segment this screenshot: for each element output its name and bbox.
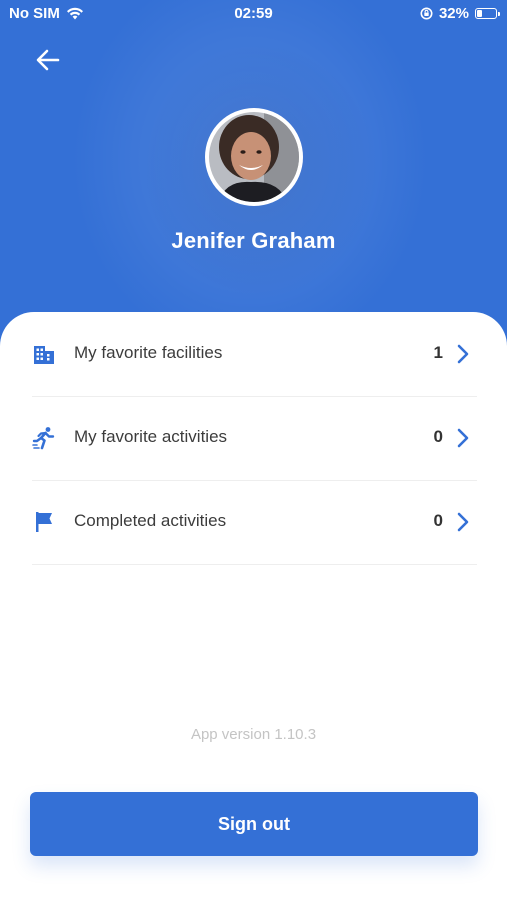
flag-icon: [36, 512, 52, 532]
menu-item-count: 0: [433, 427, 443, 446]
menu-item-favorite-facilities[interactable]: My favorite facilities 1: [32, 312, 477, 397]
chevron-right-icon: [457, 344, 469, 364]
menu-item-label: My favorite activities: [74, 427, 228, 446]
building-icon: [34, 346, 54, 364]
menu-item-label: Completed activities: [74, 511, 227, 530]
battery-icon: [475, 8, 500, 19]
avatar-photo: [209, 112, 299, 202]
chevron-right-icon: [457, 512, 469, 532]
app-version: App version 1.10.3: [190, 726, 317, 743]
menu-item-favorite-activities[interactable]: My favorite activities 0: [32, 396, 477, 481]
battery-fill: [477, 10, 483, 17]
profile-header: No SIM 02:59 32% Jenifer Graham: [0, 0, 507, 360]
status-right: 32%: [420, 5, 500, 22]
menu-item-completed-activities[interactable]: Completed activities 0: [32, 480, 477, 565]
sign-out-button[interactable]: Sign out: [30, 792, 478, 856]
person-photo-icon: [209, 112, 299, 202]
running-person-icon: [32, 427, 55, 450]
menu-item-label: My favorite facilities: [74, 343, 223, 362]
menu-item-count: 1: [433, 343, 443, 362]
arrow-left-icon: [36, 49, 60, 71]
menu-item-count: 0: [433, 511, 443, 530]
back-button[interactable]: [30, 42, 66, 78]
battery-tip: [498, 12, 500, 16]
orientation-lock-icon: [420, 7, 433, 20]
chevron-right-icon: [457, 428, 469, 448]
profile-name: Jenifer Graham: [171, 228, 336, 253]
battery-percent: 32%: [438, 5, 469, 22]
status-bar: No SIM 02:59 32%: [0, 0, 507, 28]
avatar: [205, 108, 303, 206]
